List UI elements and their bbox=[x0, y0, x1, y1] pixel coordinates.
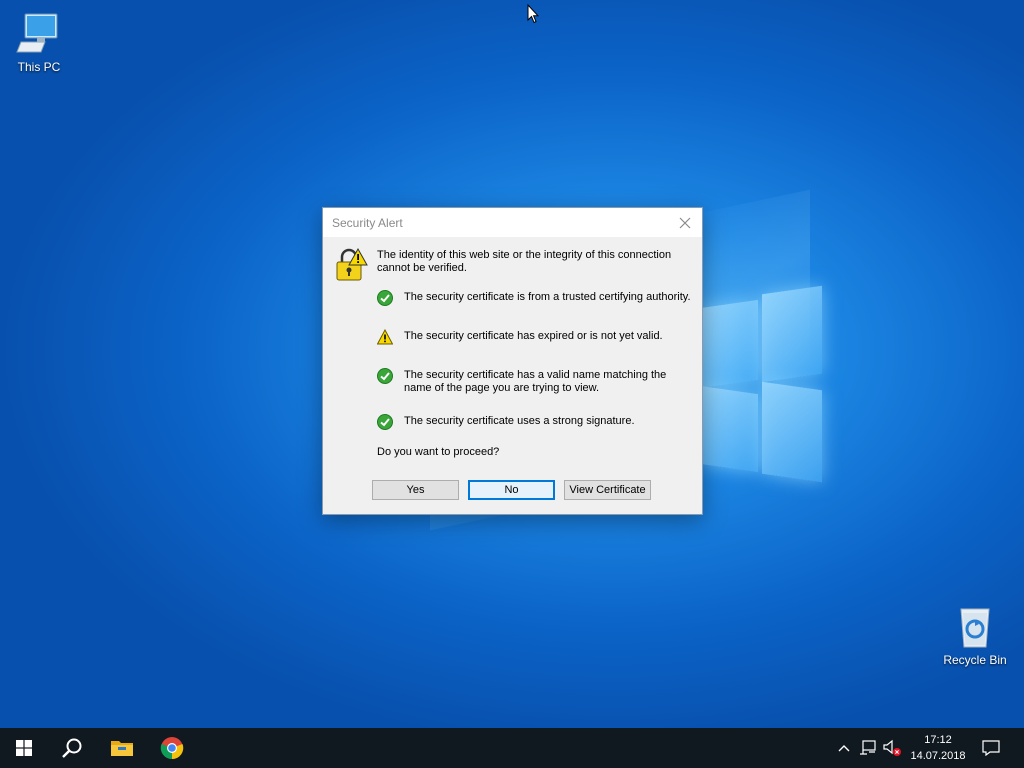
close-icon bbox=[679, 217, 691, 228]
windows-logo-wallpaper bbox=[700, 285, 822, 483]
desktop: This PC Recycle Bin Security Alert The i… bbox=[0, 0, 1024, 728]
clock-time: 17:12 bbox=[924, 734, 952, 746]
recycle-bin-icon bbox=[951, 603, 999, 651]
yes-button[interactable]: Yes bbox=[372, 480, 459, 500]
close-button[interactable] bbox=[668, 208, 702, 237]
mouse-cursor-icon bbox=[527, 4, 539, 24]
dialog-titlebar[interactable]: Security Alert bbox=[323, 208, 702, 237]
check-icon bbox=[377, 290, 393, 306]
notifications-icon bbox=[982, 740, 1000, 756]
show-hidden-icons-button[interactable] bbox=[834, 738, 854, 758]
network-button[interactable] bbox=[858, 738, 878, 758]
volume-muted-icon bbox=[883, 739, 901, 756]
desktop-icon-this-pc[interactable]: This PC bbox=[1, 10, 77, 74]
certificate-check-text: The security certificate has a valid nam… bbox=[404, 369, 667, 394]
check-icon bbox=[377, 414, 393, 430]
proceed-question: Do you want to proceed? bbox=[377, 446, 500, 458]
network-icon bbox=[860, 740, 876, 755]
file-explorer-icon bbox=[111, 741, 133, 756]
no-button[interactable]: No bbox=[468, 480, 555, 500]
desktop-icon-label: This PC bbox=[17, 60, 61, 74]
taskbar-clock[interactable]: 17:12 14.07.2018 bbox=[905, 732, 971, 764]
taskbar: 17:12 14.07.2018 bbox=[0, 728, 1024, 768]
view-certificate-button[interactable]: View Certificate bbox=[564, 480, 651, 500]
clock-date: 14.07.2018 bbox=[910, 750, 966, 762]
lock-warning-icon bbox=[336, 248, 368, 281]
desktop-icon-recycle-bin[interactable]: Recycle Bin bbox=[937, 603, 1013, 667]
warning-icon bbox=[376, 328, 394, 345]
certificate-check-text: The security certificate uses a strong s… bbox=[404, 415, 635, 427]
check-icon bbox=[377, 368, 393, 384]
chrome-icon bbox=[160, 737, 184, 760]
start-button[interactable] bbox=[0, 728, 48, 768]
file-explorer-button[interactable] bbox=[98, 728, 146, 768]
certificate-check-text: The security certificate is from a trust… bbox=[404, 291, 691, 303]
volume-button[interactable] bbox=[882, 738, 902, 758]
chevron-up-icon bbox=[838, 745, 850, 752]
search-icon bbox=[62, 738, 82, 758]
action-center-button[interactable] bbox=[981, 738, 1001, 758]
dialog-title: Security Alert bbox=[332, 216, 403, 230]
chrome-button[interactable] bbox=[148, 728, 196, 768]
certificate-check-text: The security certificate has expired or … bbox=[404, 330, 663, 342]
search-button[interactable] bbox=[48, 728, 96, 768]
dialog-intro-text: The identity of this web site or the int… bbox=[377, 249, 672, 274]
start-icon bbox=[16, 740, 32, 756]
security-alert-dialog: Security Alert The identity of this web … bbox=[322, 207, 703, 515]
desktop-icon-label: Recycle Bin bbox=[943, 653, 1007, 667]
computer-icon bbox=[15, 10, 63, 58]
